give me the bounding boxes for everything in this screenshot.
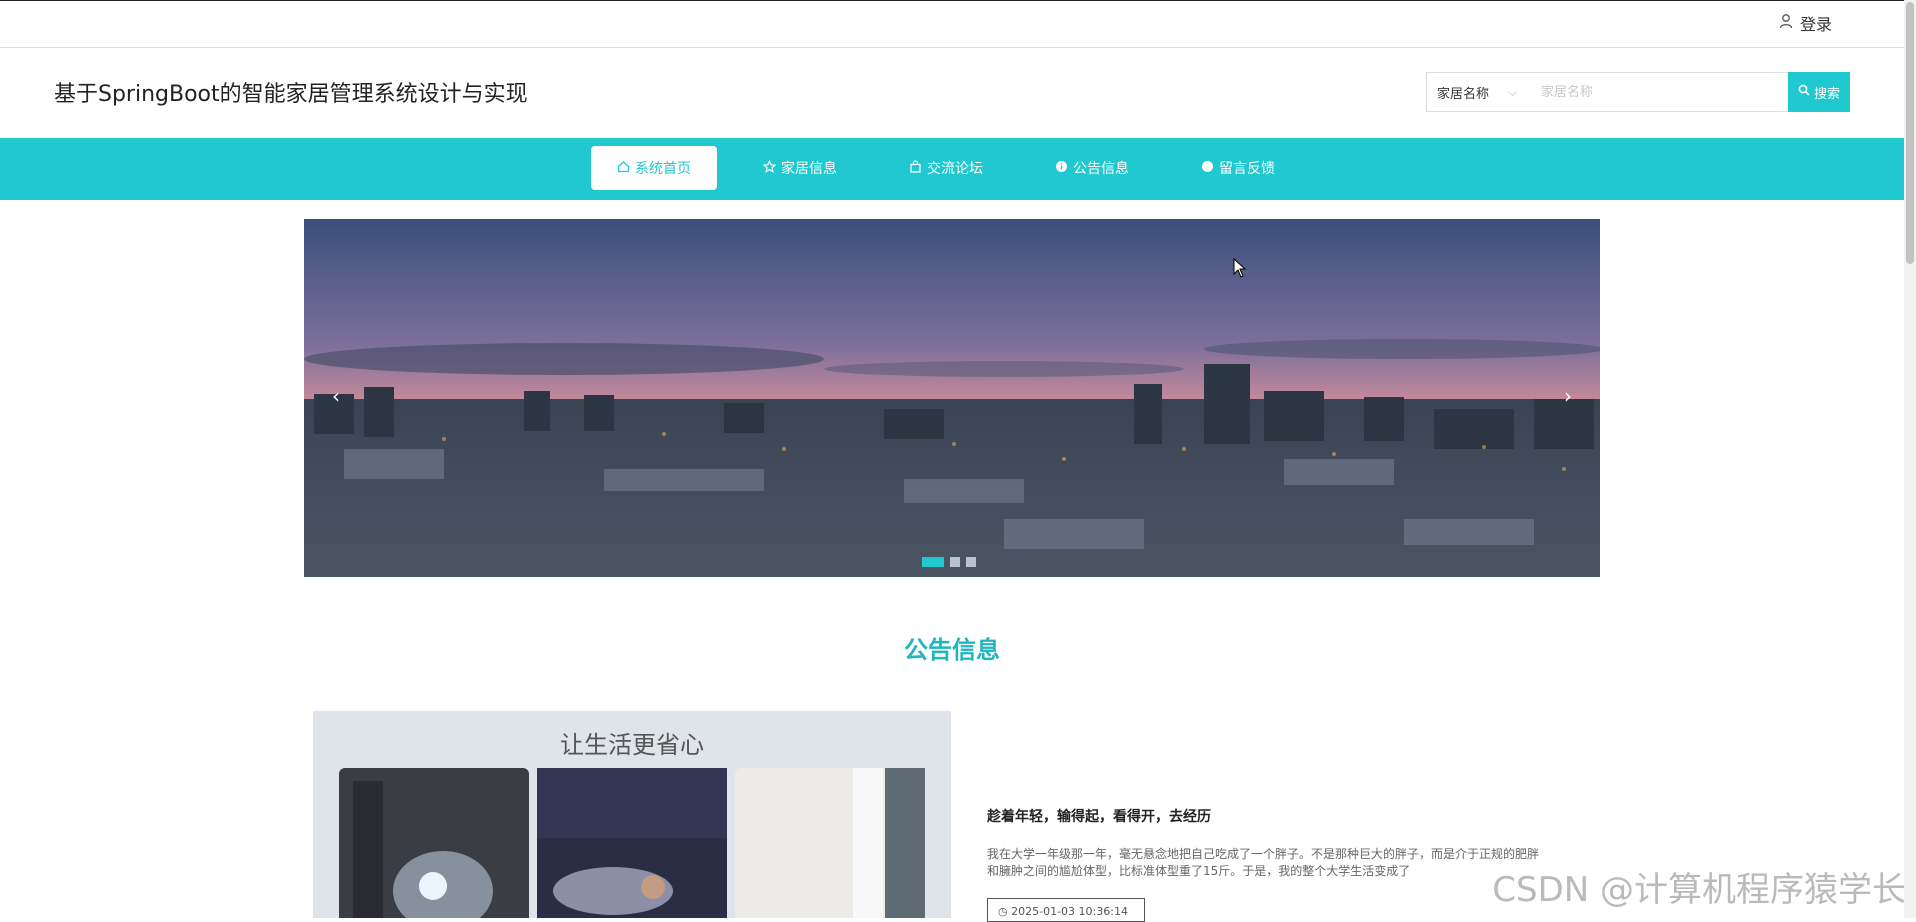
nav-item-label: 系统首页 bbox=[635, 161, 691, 177]
notice-photo-collage bbox=[339, 768, 925, 918]
notice-date: ◷ 2025-01-03 10:36:14 bbox=[987, 898, 1145, 922]
search-input[interactable] bbox=[1527, 73, 1788, 111]
nav-item-label: 家居信息 bbox=[781, 161, 837, 177]
nav-item-label: 交流论坛 bbox=[927, 161, 983, 177]
nav-item-label: 公告信息 bbox=[1073, 161, 1129, 177]
nav-item-label: 留言反馈 bbox=[1219, 161, 1275, 177]
page-scrollbar[interactable] bbox=[1904, 0, 1916, 918]
mouse-cursor-icon bbox=[1233, 257, 1247, 282]
nav-item-home-info[interactable]: 家居信息 bbox=[737, 146, 863, 190]
login-label: 登录 bbox=[1799, 15, 1832, 34]
search-field-select[interactable]: 家居名称 ⌵ bbox=[1427, 73, 1527, 111]
search-button-label: 搜索 bbox=[1813, 86, 1840, 102]
carousel-dot[interactable] bbox=[950, 557, 960, 567]
clock-icon: ◷ bbox=[998, 905, 1008, 918]
nav-item-feedback[interactable]: 留言反馈 bbox=[1175, 146, 1301, 190]
search-field-select-value: 家居名称 bbox=[1437, 86, 1490, 102]
carousel-prev-button[interactable]: ‹ bbox=[326, 384, 346, 408]
carousel-dot[interactable] bbox=[922, 557, 944, 567]
main-nav: 系统首页 家居信息 交流论坛 公告信息 留言反馈 bbox=[0, 138, 1904, 200]
nav-item-notices[interactable]: 公告信息 bbox=[1029, 146, 1155, 190]
search-box: 家居名称 ⌵ 搜索 bbox=[1426, 72, 1850, 112]
carousel-indicators bbox=[922, 557, 976, 567]
notice-title: 趁着年轻，输得起，看得开，去经历 bbox=[987, 809, 1211, 825]
notice-image[interactable]: 让生活更省心 bbox=[313, 711, 951, 918]
city-skyline-image bbox=[304, 219, 1600, 577]
carousel-next-button[interactable]: › bbox=[1558, 384, 1578, 408]
circle-icon bbox=[1201, 160, 1214, 177]
home-icon bbox=[617, 160, 630, 177]
notices-section-title: 公告信息 bbox=[904, 636, 1000, 664]
search-icon bbox=[1798, 84, 1810, 100]
scrollbar-thumb[interactable] bbox=[1906, 2, 1914, 264]
notice-date-value: 2025-01-03 10:36:14 bbox=[1011, 905, 1128, 918]
info-circle-icon bbox=[1055, 160, 1068, 177]
star-icon bbox=[762, 158, 777, 177]
site-header: 基于SpringBoot的智能家居管理系统设计与实现 家居名称 ⌵ 搜索 bbox=[0, 48, 1904, 138]
notice-item[interactable]: 趁着年轻，输得起，看得开，去经历 我在大学一年级那一年，毫无悬念地把自己吃成了一… bbox=[987, 806, 1547, 880]
search-button[interactable]: 搜索 bbox=[1788, 72, 1850, 112]
nav-item-home[interactable]: 系统首页 bbox=[591, 146, 717, 190]
site-title: 基于SpringBoot的智能家居管理系统设计与实现 bbox=[54, 82, 528, 107]
watermark: CSDN @计算机程序猿学长 bbox=[1492, 870, 1906, 910]
bag-icon bbox=[909, 159, 922, 177]
carousel-dot[interactable] bbox=[966, 557, 976, 567]
chevron-down-icon: ⌵ bbox=[1507, 84, 1517, 99]
user-icon bbox=[1778, 13, 1794, 33]
login-link[interactable]: 登录 bbox=[1778, 11, 1832, 35]
top-bar: 登录 bbox=[0, 0, 1904, 48]
nav-item-forum[interactable]: 交流论坛 bbox=[883, 146, 1009, 190]
hero-carousel[interactable]: ‹ › bbox=[304, 219, 1600, 577]
notice-body: 我在大学一年级那一年，毫无悬念地把自己吃成了一个胖子。不是那种巨大的胖子，而是介… bbox=[987, 847, 1540, 878]
